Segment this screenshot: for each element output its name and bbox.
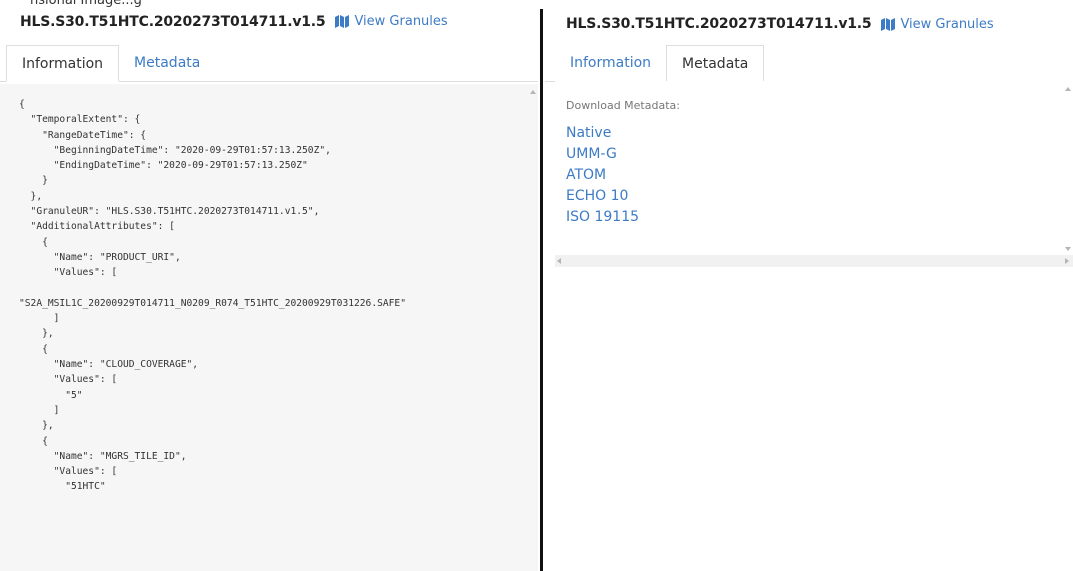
json-content: { "TemporalExtent": { "RangeDateTime": {… [19, 99, 406, 493]
map-icon [335, 15, 350, 28]
scroll-left-arrow-icon[interactable] [557, 258, 561, 264]
left-tab-bar: Information Metadata [0, 43, 538, 82]
download-umm-g-link[interactable]: UMM-G [555, 144, 1073, 165]
map-icon [881, 17, 896, 31]
view-granules-label: View Granules [354, 14, 448, 29]
scroll-up-arrow-icon[interactable] [1065, 87, 1071, 91]
vertical-scrollbar[interactable] [530, 84, 538, 571]
view-granules-link[interactable]: View Granules [881, 16, 994, 32]
tab-metadata[interactable]: Metadata [666, 45, 765, 82]
granule-header: HLS.S30.T51HTC.2020273T014711.v1.5 View … [545, 4, 1073, 44]
download-metadata-box: Download Metadata: Native UMM-G ATOM ECH… [555, 81, 1073, 264]
vertical-scrollbar[interactable] [1065, 81, 1073, 255]
granule-title: HLS.S30.T51HTC.2020273T014711.v1.5 [566, 16, 872, 32]
cut-off-heading-text: nsional Image...g [30, 0, 142, 8]
scroll-right-arrow-icon[interactable] [1065, 258, 1069, 264]
download-atom-link[interactable]: ATOM [555, 165, 1073, 186]
download-echo10-link[interactable]: ECHO 10 [555, 186, 1073, 207]
view-granules-label: View Granules [900, 16, 994, 32]
left-granule-panel: nsional Image...g HLS.S30.T51HTC.2020273… [0, 0, 539, 571]
tab-information[interactable]: Information [555, 45, 666, 82]
right-granule-panel: HLS.S30.T51HTC.2020273T014711.v1.5 View … [545, 0, 1073, 571]
right-tab-bar: Information Metadata [545, 44, 1073, 82]
granule-title: HLS.S30.T51HTC.2020273T014711.v1.5 [20, 13, 326, 30]
scroll-up-arrow-icon[interactable] [530, 90, 536, 94]
scroll-down-arrow-icon[interactable] [1065, 247, 1071, 251]
metadata-json-viewer[interactable]: { "TemporalExtent": { "RangeDateTime": {… [0, 84, 538, 571]
window-divider [538, 0, 545, 571]
download-iso19115-link[interactable]: ISO 19115 [555, 207, 1073, 228]
tab-metadata[interactable]: Metadata [119, 45, 215, 82]
horizontal-scrollbar[interactable] [555, 255, 1073, 267]
download-metadata-label: Download Metadata: [566, 99, 680, 112]
download-native-link[interactable]: Native [555, 123, 1073, 144]
tab-information[interactable]: Information [6, 45, 120, 82]
view-granules-link[interactable]: View Granules [335, 14, 448, 29]
